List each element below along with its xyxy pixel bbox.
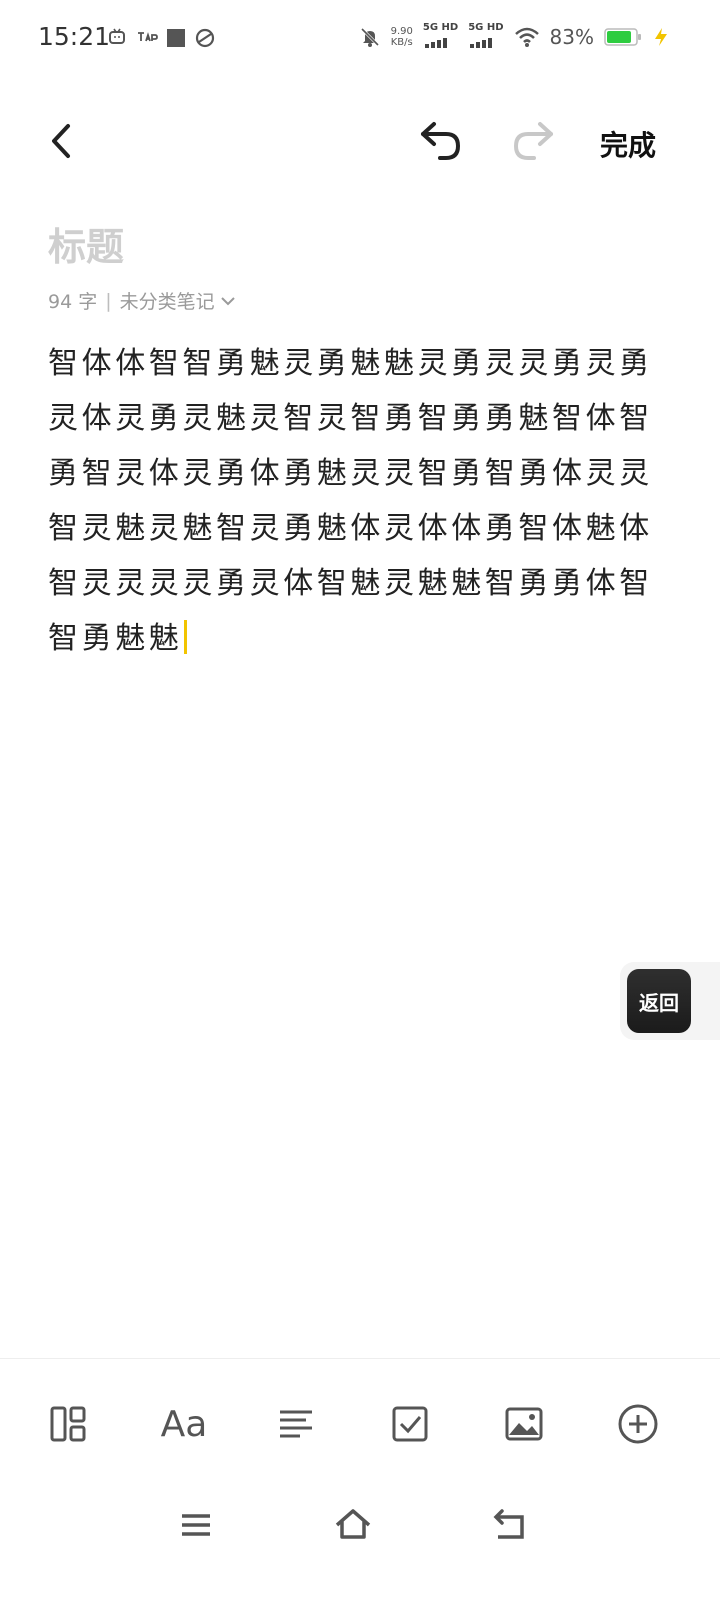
back-icon[interactable] (46, 122, 78, 160)
back-nav-icon[interactable] (490, 1505, 530, 1545)
done-button[interactable]: 完成 (600, 124, 656, 164)
note-body-text: 智体体智智勇魅灵勇魅魅灵勇灵灵勇灵勇灵体灵勇灵魅灵智灵智勇智勇勇魅智体智勇智灵体… (48, 346, 653, 656)
checklist-button[interactable] (386, 1400, 434, 1448)
title-input[interactable]: 标题 (48, 216, 124, 271)
image-icon (505, 1407, 543, 1441)
word-count: 94 字 (48, 291, 98, 313)
menu-nav-icon[interactable] (176, 1505, 216, 1545)
tv-icon (109, 28, 125, 44)
undo-icon[interactable] (418, 120, 464, 162)
layout-icon (50, 1406, 86, 1442)
signal-icon (470, 38, 493, 48)
layout-button[interactable] (44, 1400, 92, 1448)
paragraph-button[interactable] (272, 1400, 320, 1448)
text-format-button[interactable]: Aa (156, 1400, 212, 1448)
redo-icon[interactable] (510, 120, 556, 162)
status-time: 15:21 (38, 22, 111, 51)
net-speed: 9.90 KB/s (390, 26, 413, 48)
sim2-signal: 5G HD (468, 22, 504, 52)
sync-icon (195, 28, 215, 48)
category-label: 未分类笔记 (119, 291, 215, 313)
category-selector[interactable]: 未分类笔记 (120, 287, 235, 314)
battery-percent: 83% (549, 25, 594, 49)
toolbar-divider (0, 1358, 720, 1359)
text-cursor (184, 620, 188, 654)
status-right-group: 9.90 KB/s 5G HD 5G HD 83% (359, 22, 670, 52)
battery-icon (604, 28, 641, 46)
meta-separator: | (105, 289, 112, 312)
checkbox-icon (392, 1406, 428, 1442)
signal-icon (424, 38, 447, 48)
wifi-icon (514, 27, 539, 47)
paragraph-align-icon (280, 1410, 312, 1438)
add-circle-icon (618, 1404, 658, 1444)
sim1-signal: 5G HD (423, 22, 458, 52)
image-button[interactable] (500, 1400, 548, 1448)
note-meta: 94 字 | 未分类笔记 (48, 287, 235, 314)
home-nav-icon[interactable] (333, 1505, 373, 1545)
square-icon (167, 29, 185, 47)
text-format-icon: Aa (160, 1403, 208, 1445)
floating-return-label: 返回 (639, 990, 679, 1015)
chevron-down-icon (220, 296, 235, 305)
bell-off-icon (360, 27, 379, 47)
add-button[interactable] (614, 1400, 662, 1448)
charging-icon (655, 28, 667, 46)
tap-icon (138, 32, 158, 42)
floating-return-button[interactable]: 返回 (627, 969, 691, 1033)
note-body-editor[interactable]: 智体体智智勇魅灵勇魅魅灵勇灵灵勇灵勇灵体灵勇灵魅灵智灵智勇智勇勇魅智体智勇智灵体… (48, 336, 658, 666)
